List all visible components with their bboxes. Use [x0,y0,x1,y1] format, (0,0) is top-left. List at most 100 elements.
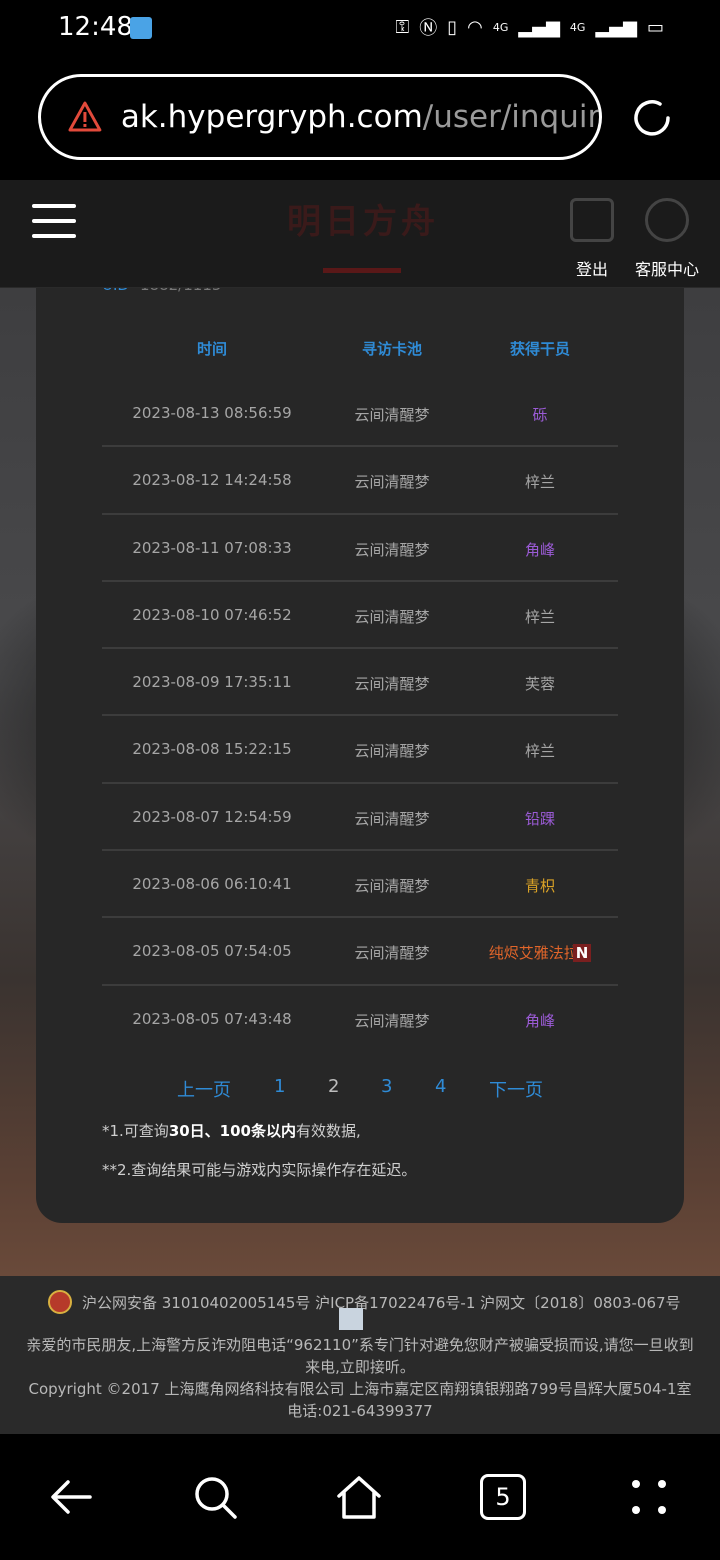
footer-registration-line: 沪公网安备 31010402005145号 沪ICP备17022476号-1 沪… [48,1290,681,1314]
row-pool: 云间清醒梦 [354,742,430,761]
next-page-link[interactable]: 下一页 [489,1076,543,1102]
wifi-icon: ◠ [467,16,483,38]
row-operator-name: 砾 [532,406,548,424]
table-row: 2023-08-05 07:43:48 云间清醒梦 角峰 [102,986,618,1053]
row-pool: 云间清醒梦 [354,607,430,626]
row-operator: 铅踝 [472,808,608,829]
page-link-1[interactable]: 1 [274,1076,285,1097]
footer-police-notice-1: 亲爱的市民朋友,上海警方反诈劝阻电话“962110”系专门针对避免您财产被骗受损… [26,1336,694,1354]
address-bar[interactable]: ak.hypergryph.com/user/inquiryG [38,74,602,160]
search-icon[interactable] [190,1472,240,1522]
reload-icon[interactable] [628,94,676,142]
row-operator: 角峰 [472,539,608,560]
row-operator-name: 梓兰 [524,607,555,626]
table-row: 2023-08-06 06:10:41 云间清醒梦 青枳 [102,851,618,919]
table-row: 2023-08-05 07:54:05 云间清醒梦 纯烬艾雅法拉N [102,918,618,986]
row-pool: 云间清醒梦 [354,944,430,963]
header-pool: 寻访卡池 [361,340,422,358]
url-host: ak.hypergryph.com [120,99,423,135]
key-icon: ⚿ [395,16,410,38]
bilibili-notification-icon [130,17,152,39]
row-time: 2023-08-05 07:54:05 [132,942,292,961]
footer-small-icon [339,1308,363,1330]
row-time: 2023-08-05 07:43:48 [132,1009,292,1028]
table-row: 2023-08-11 07:08:33 云间清醒梦 角峰 [102,515,618,582]
row-time: 2023-08-06 06:10:41 [132,875,292,894]
page-link-2-current[interactable]: 2 [328,1076,339,1097]
row-time: 2023-08-11 07:08:33 [132,538,292,557]
row-operator: 纯烬艾雅法拉N [472,942,608,963]
row-operator-name: 角峰 [524,540,555,559]
note-delay: **2.查询结果可能与游戏内实际操作存在延迟。 [102,1161,417,1179]
pagination: 上一页 1 2 3 4 下一页 [36,1076,684,1106]
row-operator-name: 角峰 [524,1011,555,1030]
row-operator: 梓兰 [472,740,608,761]
note1-suffix: 有效数据, [296,1122,361,1140]
arknights-logo[interactable]: 明日方舟 [278,194,448,258]
prev-page-link[interactable]: 上一页 [177,1076,231,1102]
logout-button[interactable]: 登出 [568,198,616,280]
table-row: 2023-08-08 15:22:15 云间清醒梦 梓兰 [102,716,618,784]
logout-label: 登出 [575,260,608,279]
not-secure-warning-icon[interactable] [67,99,103,135]
table-row: 2023-08-13 08:56:59 云间清醒梦 砾 [102,380,618,448]
logo-underline [323,268,401,273]
logout-icon [570,198,614,242]
row-pool: 云间清醒梦 [354,877,430,896]
row-operator: 砾 [472,404,608,425]
row-operator-name: 纯烬艾雅法拉 [488,944,579,963]
row-operator-name: 铅踝 [524,809,555,828]
row-operator-name: 梓兰 [524,742,555,761]
status-icons: ⚿ Ⓝ ▯ ◠ 4G ▂▄▆ 4G ▂▄▆ ▭ [396,14,664,40]
gacha-table-body: 2023-08-13 08:56:59 云间清醒梦 砾 2023-08-12 14:2… [102,380,618,1053]
row-operator: 梓兰 [472,606,608,627]
footer-registration[interactable]: 沪公网安备 31010402005145号 沪ICP备17022476号-1 沪… [82,1292,681,1313]
row-time: 2023-08-07 12:54:59 [132,807,292,826]
page-link-4[interactable]: 4 [435,1076,446,1097]
hamburger-menu-icon[interactable] [32,204,76,238]
site-footer: 沪公网安备 31010402005145号 沪ICP备17022476号-1 沪… [0,1276,720,1434]
table-row: 2023-08-07 12:54:59 云间清醒梦 铅踝 [102,784,618,852]
footer-copyright: Copyright ©2017 上海鹰角网络科技有限公司 上海市嘉定区南翔镇银翔… [28,1380,692,1398]
signal-icon-1: ▂▄▆ [518,16,560,38]
table-row: 2023-08-09 17:35:11 云间清醒梦 芙蓉 [102,649,618,717]
browser-bottom-bar: 5 [0,1434,720,1560]
footer-phone: 电话:021-64399377 [287,1402,433,1420]
network-label-1: 4G [492,20,509,34]
row-operator: 角峰 [472,1010,608,1031]
row-pool: 云间清醒梦 [354,406,430,424]
url-text[interactable]: ak.hypergryph.com/user/inquiryG [121,99,599,135]
row-time: 2023-08-13 08:56:59 [132,404,292,422]
home-icon[interactable] [334,1472,384,1522]
vibrate-icon: ▯ [447,16,458,38]
row-pool: 云间清醒梦 [354,809,430,828]
footer-police-notice-2: 来电,立即接听。 [305,1358,415,1376]
row-operator: 青枳 [472,875,608,896]
row-operator-name: 梓兰 [524,473,555,492]
row-pool: 云间清醒梦 [354,1011,430,1030]
row-operator: 芙蓉 [472,673,608,694]
tab-switcher-button[interactable]: 5 [480,1474,526,1520]
back-arrow-icon[interactable] [46,1472,96,1522]
browser-toolbar: ak.hypergryph.com/user/inquiryG [0,56,720,180]
clock: 12:48 [58,12,133,42]
header-time: 时间 [196,340,227,358]
row-pool: 云间清醒梦 [354,540,430,559]
customer-service-button[interactable]: 客服中心 [630,198,704,280]
police-badge-icon [48,1290,72,1314]
table-row: 2023-08-12 14:24:58 云间清醒梦 梓兰 [102,447,618,515]
customer-service-label: 客服中心 [634,260,699,279]
more-options-icon[interactable] [624,1472,674,1522]
nfc-icon: Ⓝ [419,18,438,39]
note-query-limit: *1.可查询30日、100条以内有效数据, [102,1120,361,1141]
row-time: 2023-08-08 15:22:15 [132,740,292,759]
customer-service-icon [645,198,689,242]
row-pool: 云间清醒梦 [354,675,430,694]
note1-prefix: *1.可查询 [102,1122,169,1140]
table-header: 时间 寻访卡池 获得干员 [102,338,618,362]
header-operator: 获得干员 [509,340,570,358]
page-link-3[interactable]: 3 [381,1076,392,1097]
row-operator-name: 芙蓉 [524,675,555,694]
network-label-2: 4G [569,20,586,34]
row-operator: 梓兰 [472,471,608,492]
